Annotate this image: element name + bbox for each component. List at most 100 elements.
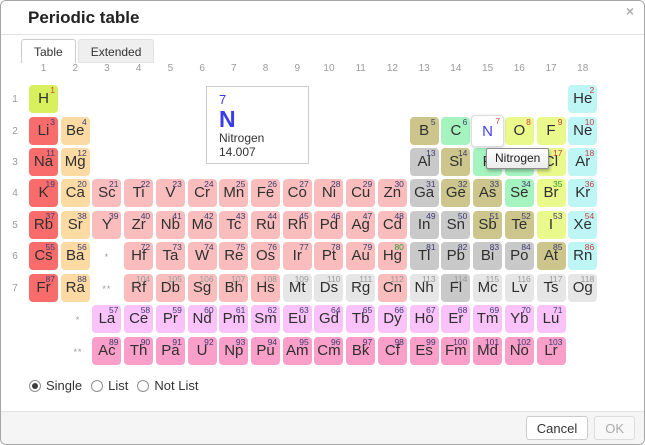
element-cell-Cd[interactable]: 48Cd (378, 211, 407, 239)
element-cell-U[interactable]: 92U (188, 337, 217, 365)
element-cell-Tl[interactable]: 81Tl (410, 242, 439, 270)
element-cell-W[interactable]: 74W (188, 242, 217, 270)
element-cell-Sc[interactable]: 21Sc (92, 179, 121, 207)
element-cell-Li[interactable]: 3Li (29, 117, 58, 145)
element-cell-Sn[interactable]: 50Sn (441, 211, 470, 239)
element-cell-F[interactable]: 9F (537, 117, 566, 145)
element-cell-C[interactable]: 6C (441, 117, 470, 145)
element-cell-Er[interactable]: 68Er (441, 305, 470, 333)
element-cell-Os[interactable]: 76Os (251, 242, 280, 270)
element-cell-Pm[interactable]: 61Pm (219, 305, 248, 333)
element-cell-Tm[interactable]: 69Tm (473, 305, 502, 333)
element-cell-Nh[interactable]: 113Nh (410, 274, 439, 302)
element-cell-Fe[interactable]: 26Fe (251, 179, 280, 207)
element-cell-N[interactable]: 7N (471, 115, 504, 147)
element-cell-Pu[interactable]: 94Pu (251, 337, 280, 365)
element-cell-Md[interactable]: 101Md (473, 337, 502, 365)
element-cell-Rb[interactable]: 37Rb (29, 211, 58, 239)
element-cell-Ag[interactable]: 47Ag (346, 211, 375, 239)
element-cell-Hf[interactable]: 72Hf (124, 242, 153, 270)
element-cell-Po[interactable]: 84Po (505, 242, 534, 270)
element-cell-Mg[interactable]: 12Mg (61, 148, 90, 176)
element-cell-Bi[interactable]: 83Bi (473, 242, 502, 270)
element-cell-Lu[interactable]: 71Lu (537, 305, 566, 333)
element-cell-Gd[interactable]: 64Gd (314, 305, 343, 333)
element-cell-Cr[interactable]: 24Cr (188, 179, 217, 207)
element-cell-Db[interactable]: 105Db (156, 274, 185, 302)
element-cell-Hg[interactable]: 80Hg (378, 242, 407, 270)
element-cell-Ra[interactable]: 88Ra (61, 274, 90, 302)
element-cell-Tc[interactable]: 43Tc (219, 211, 248, 239)
element-cell-Au[interactable]: 79Au (346, 242, 375, 270)
element-cell-Ba[interactable]: 56Ba (61, 242, 90, 270)
element-cell-Rn[interactable]: 86Rn (568, 242, 597, 270)
element-cell-Pa[interactable]: 91Pa (156, 337, 185, 365)
element-cell-La[interactable]: 57La (92, 305, 121, 333)
element-cell-Fr[interactable]: 87Fr (29, 274, 58, 302)
element-cell-Mo[interactable]: 42Mo (188, 211, 217, 239)
element-cell-Bk[interactable]: 97Bk (346, 337, 375, 365)
element-cell-Rg[interactable]: 111Rg (346, 274, 375, 302)
element-cell-Ce[interactable]: 58Ce (124, 305, 153, 333)
element-cell-Ni[interactable]: 28Ni (314, 179, 343, 207)
element-cell-No[interactable]: 102No (505, 337, 534, 365)
element-cell-Sg[interactable]: 106Sg (188, 274, 217, 302)
element-cell-Co[interactable]: 27Co (283, 179, 312, 207)
element-cell-Cn[interactable]: 112Cn (378, 274, 407, 302)
element-cell-Zr[interactable]: 40Zr (124, 211, 153, 239)
tab-extended[interactable]: Extended (78, 39, 155, 63)
element-cell-Es[interactable]: 99Es (410, 337, 439, 365)
radio-list[interactable]: List (91, 378, 128, 393)
element-cell-Sb[interactable]: 51Sb (473, 211, 502, 239)
element-cell-Mn[interactable]: 25Mn (219, 179, 248, 207)
element-cell-Tb[interactable]: 65Tb (346, 305, 375, 333)
element-cell-Np[interactable]: 93Np (219, 337, 248, 365)
close-icon[interactable]: × (626, 4, 634, 18)
element-cell-Eu[interactable]: 63Eu (283, 305, 312, 333)
element-cell-Ac[interactable]: 89Ac (92, 337, 121, 365)
element-cell-Hs[interactable]: 108Hs (251, 274, 280, 302)
element-cell-V[interactable]: 23V (156, 179, 185, 207)
element-cell-At[interactable]: 85At (537, 242, 566, 270)
element-cell-Mc[interactable]: 115Mc (473, 274, 502, 302)
element-cell-Th[interactable]: 90Th (124, 337, 153, 365)
element-cell-Ar[interactable]: 18Ar (568, 148, 597, 176)
element-cell-H[interactable]: 1H (29, 85, 58, 113)
element-cell-Si[interactable]: 14Si (441, 148, 470, 176)
element-cell-Kr[interactable]: 36Kr (568, 179, 597, 207)
element-cell-Mt[interactable]: 109Mt (283, 274, 312, 302)
ok-button[interactable]: OK (594, 416, 635, 440)
element-cell-Zn[interactable]: 30Zn (378, 179, 407, 207)
element-cell-Am[interactable]: 95Am (283, 337, 312, 365)
element-cell-Ru[interactable]: 44Ru (251, 211, 280, 239)
element-cell-Cm[interactable]: 96Cm (314, 337, 343, 365)
element-cell-Al[interactable]: 13Al (410, 148, 439, 176)
radio-single[interactable]: Single (29, 378, 82, 393)
element-cell-Dy[interactable]: 66Dy (378, 305, 407, 333)
element-cell-As[interactable]: 33As (473, 179, 502, 207)
element-cell-Rh[interactable]: 45Rh (283, 211, 312, 239)
element-cell-Ts[interactable]: 117Ts (537, 274, 566, 302)
element-cell-Lv[interactable]: 116Lv (505, 274, 534, 302)
element-cell-Pr[interactable]: 59Pr (156, 305, 185, 333)
element-cell-Fl[interactable]: 114Fl (441, 274, 470, 302)
element-cell-Xe[interactable]: 54Xe (568, 211, 597, 239)
element-cell-Br[interactable]: 35Br (537, 179, 566, 207)
element-cell-Cu[interactable]: 29Cu (346, 179, 375, 207)
element-cell-Sr[interactable]: 38Sr (61, 211, 90, 239)
element-cell-Cf[interactable]: 98Cf (378, 337, 407, 365)
element-cell-Cs[interactable]: 55Cs (29, 242, 58, 270)
element-cell-B[interactable]: 5B (410, 117, 439, 145)
element-cell-In[interactable]: 49In (410, 211, 439, 239)
element-cell-Ga[interactable]: 31Ga (410, 179, 439, 207)
element-cell-Sm[interactable]: 62Sm (251, 305, 280, 333)
element-cell-Ti[interactable]: 22Ti (124, 179, 153, 207)
element-cell-He[interactable]: 2He (568, 85, 597, 113)
element-cell-Rf[interactable]: 104Rf (124, 274, 153, 302)
element-cell-Ta[interactable]: 73Ta (156, 242, 185, 270)
element-cell-Lr[interactable]: 103Lr (537, 337, 566, 365)
element-cell-Se[interactable]: 34Se (505, 179, 534, 207)
element-cell-Og[interactable]: 118Og (568, 274, 597, 302)
cancel-button[interactable]: Cancel (526, 416, 588, 440)
element-cell-Pd[interactable]: 46Pd (314, 211, 343, 239)
